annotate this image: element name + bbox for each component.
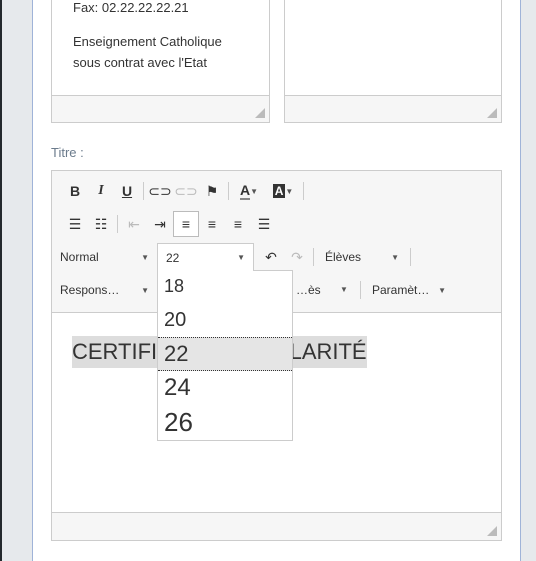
separator: [360, 281, 361, 299]
editor-footer: [52, 95, 269, 122]
separator: [410, 248, 411, 266]
font-size-option[interactable]: 26: [158, 405, 292, 439]
justify-icon[interactable]: ☰: [251, 211, 277, 237]
chevron-down-icon: ▼: [141, 252, 149, 262]
font-size-option[interactable]: 18: [158, 271, 292, 303]
separator: [228, 182, 229, 200]
address-line: sous contrat avec l'Etat: [73, 55, 207, 70]
chevron-down-icon: ▼: [340, 285, 348, 294]
separator: [313, 248, 314, 266]
title-label: Titre :: [51, 145, 84, 160]
format-select[interactable]: Normal ▼: [52, 244, 157, 270]
responsables-select[interactable]: Respons… ▼: [52, 277, 157, 303]
flag-icon[interactable]: ⚑: [199, 178, 225, 204]
editor-toolbar: B I U ⊂⊃ ⊂⊃ ⚑ A ▼ A ▼ ☰ ☷ ⇤ ⇥ ≡ ≡ ≡ ☰ Norm…: [52, 171, 501, 441]
chevron-down-icon: ▼: [237, 253, 245, 262]
link-icon[interactable]: ⊂⊃: [147, 178, 173, 204]
address-line: Enseignement Catholique: [73, 34, 222, 49]
title-editor: B I U ⊂⊃ ⊂⊃ ⚑ A ▼ A ▼ ☰ ☷ ⇤ ⇥ ≡ ≡ ≡ ☰ Norm…: [51, 170, 502, 541]
right-editor[interactable]: [284, 0, 502, 123]
font-size-dropdown: 18 20 22 24 26: [157, 270, 293, 441]
separator: [117, 215, 118, 233]
editor-footer: [52, 512, 501, 540]
chevron-down-icon: ▼: [141, 285, 149, 295]
editor-footer: [285, 95, 501, 122]
underline-button[interactable]: U: [114, 178, 140, 204]
eleves-select[interactable]: Élèves ▼: [317, 244, 407, 270]
font-size-select[interactable]: 22 ▼: [157, 243, 254, 271]
italic-button[interactable]: I: [88, 178, 114, 204]
fax-text: Fax: 02.22.22.22.21: [73, 0, 189, 15]
indent-icon[interactable]: ⇥: [147, 211, 173, 237]
resize-handle-icon[interactable]: [487, 526, 497, 536]
chevron-down-icon: ▼: [438, 285, 446, 295]
parametres-select[interactable]: Paramèt… ▼: [364, 277, 454, 303]
text-color-button[interactable]: A ▼: [232, 178, 266, 204]
redo-icon[interactable]: ↷: [284, 244, 310, 270]
outdent-icon[interactable]: ⇤: [121, 211, 147, 237]
undo-icon[interactable]: ↶: [258, 244, 284, 270]
font-size-option[interactable]: 20: [158, 303, 292, 337]
align-left-icon[interactable]: ≡: [173, 211, 199, 237]
resize-handle-icon[interactable]: [487, 108, 497, 118]
numbered-list-icon[interactable]: ☰: [62, 211, 88, 237]
resize-handle-icon[interactable]: [255, 108, 265, 118]
align-center-icon[interactable]: ≡: [199, 211, 225, 237]
font-size-option[interactable]: 24: [158, 371, 292, 405]
chevron-down-icon: ▼: [391, 252, 399, 262]
bullet-list-icon[interactable]: ☷: [88, 211, 114, 237]
bold-button[interactable]: B: [62, 178, 88, 204]
sidebar-edge: [0, 0, 2, 561]
address-editor[interactable]: Fax: 02.22.22.22.21 Enseignement Catholi…: [51, 0, 270, 123]
unlink-icon[interactable]: ⊂⊃: [173, 178, 199, 204]
font-size-option[interactable]: 22: [158, 337, 292, 371]
separator: [143, 182, 144, 200]
align-right-icon[interactable]: ≡: [225, 211, 251, 237]
separator: [303, 182, 304, 200]
bg-color-button[interactable]: A ▼: [266, 178, 300, 204]
